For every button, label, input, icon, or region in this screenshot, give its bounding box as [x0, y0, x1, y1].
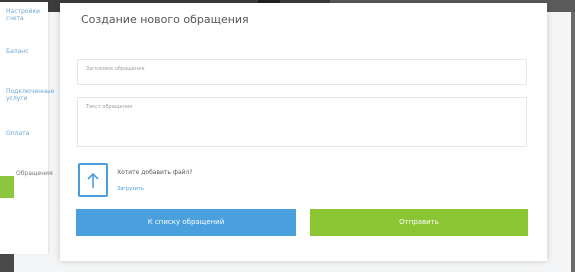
upload-file-link[interactable]: Загрузить	[117, 186, 144, 192]
ticket-subject-input[interactable]: Заголовок обращения	[77, 59, 527, 85]
upload-arrow-icon[interactable]	[78, 163, 108, 197]
ticket-subject-placeholder: Заголовок обращения	[86, 66, 145, 72]
ticket-body-textarea[interactable]: Текст обращения	[77, 97, 527, 147]
sidebar-active-indicator	[0, 176, 14, 198]
upload-question-label: Хотите добавить файл?	[117, 169, 193, 176]
send-ticket-button[interactable]: Отправить	[310, 209, 528, 236]
sidebar-item-services[interactable]: Подключенные услуги	[6, 88, 54, 102]
new-ticket-dialog: Создание нового обращения Заголовок обра…	[60, 3, 547, 261]
background-right-overlay	[571, 12, 575, 272]
sidebar-item-settings[interactable]: Настройки счета	[6, 8, 42, 22]
sidebar-item-tickets[interactable]: Обращения	[16, 170, 53, 177]
account-sidebar: Настройки счета Баланс Подключенные услу…	[0, 2, 54, 254]
upload-arrow-glyph	[87, 172, 99, 188]
ticket-body-placeholder: Текст обращения	[86, 104, 133, 110]
dialog-title: Создание нового обращения	[81, 13, 249, 26]
back-to-tickets-button[interactable]: К списку обращений	[76, 209, 296, 236]
sidebar-item-payment[interactable]: Оплата	[6, 130, 42, 137]
sidebar-item-balance[interactable]: Баланс	[6, 48, 42, 55]
